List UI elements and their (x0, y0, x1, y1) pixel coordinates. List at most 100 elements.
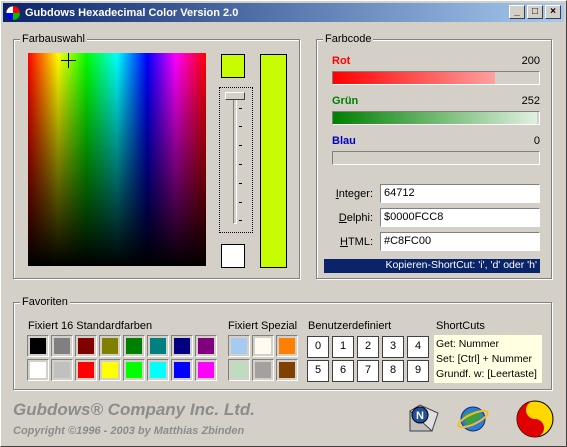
slider-tick (239, 183, 242, 184)
integer-label: Integer: (323, 188, 373, 200)
swatch-color (150, 338, 166, 354)
swatch-color (30, 338, 46, 354)
special-color-swatch[interactable] (228, 359, 250, 381)
favoriten-title: Favoriten (20, 296, 70, 308)
standard-color-swatch[interactable] (171, 359, 193, 381)
standard-color-swatch[interactable] (75, 359, 97, 381)
special-color-swatch[interactable] (276, 335, 298, 357)
shortcut-line-set: Set: [Ctrl] + Nummer (436, 353, 532, 365)
standard-color-swatch[interactable] (171, 335, 193, 357)
standard-color-swatch[interactable] (51, 359, 73, 381)
red-value: 200 (521, 55, 540, 67)
red-bar-fill (333, 72, 495, 84)
internet-explorer-icon[interactable] (456, 401, 492, 437)
special-color-swatch[interactable] (252, 335, 274, 357)
app-icon (5, 5, 21, 20)
swatch-color (54, 362, 70, 378)
swatch-color (126, 338, 142, 354)
standard-color-swatch[interactable] (27, 359, 49, 381)
standard-color-swatch[interactable] (195, 359, 217, 381)
gubdows-logo-icon[interactable] (515, 399, 555, 439)
standard-color-swatch[interactable] (147, 359, 169, 381)
slider-thumb[interactable] (225, 92, 245, 100)
html-label: HTML: (323, 236, 373, 248)
swatch-color (78, 338, 94, 354)
slider-tick (239, 145, 242, 146)
swatch-color (174, 338, 190, 354)
minimize-button[interactable]: _ (509, 5, 525, 19)
special-color-swatch[interactable] (252, 359, 274, 381)
shortcut-line-get: Get: Nummer (436, 338, 500, 350)
integer-label-rest: nteger: (338, 188, 373, 200)
swatch-color (231, 338, 247, 354)
custom-slot-7-button[interactable]: 7 (357, 360, 379, 382)
blue-bar[interactable] (332, 151, 540, 165)
standard-colors-title: Fixiert 16 Standardfarben (28, 320, 153, 332)
standard-color-swatch[interactable] (75, 335, 97, 357)
custom-slot-5-button[interactable]: 5 (307, 360, 329, 382)
swatch-color (255, 362, 271, 378)
custom-slot-4-button[interactable]: 4 (407, 336, 429, 358)
green-label: Grün (332, 95, 359, 107)
slider-tick (239, 202, 242, 203)
standard-color-swatch[interactable] (123, 335, 145, 357)
delphi-label-rest: elphi: (346, 212, 373, 224)
swatch-color (198, 338, 214, 354)
custom-slot-1-button[interactable]: 1 (332, 336, 354, 358)
swatch-color (198, 362, 214, 378)
shortcuts-title: ShortCuts (436, 320, 485, 332)
close-button[interactable]: × (545, 5, 561, 19)
custom-slot-0-button[interactable]: 0 (307, 336, 329, 358)
standard-color-swatch[interactable] (51, 335, 73, 357)
swatch-color (78, 362, 94, 378)
selected-color-preview (221, 54, 245, 78)
special-color-swatch[interactable] (276, 359, 298, 381)
custom-slot-3-button[interactable]: 3 (382, 336, 404, 358)
company-name: Gubdows® Company Inc. Ltd. (13, 400, 256, 419)
brightness-slider[interactable] (219, 87, 253, 233)
crosshair-cursor (61, 53, 76, 68)
swatch-color (126, 362, 142, 378)
custom-slot-2-button[interactable]: 2 (357, 336, 379, 358)
html-field[interactable]: #C8FC00 (380, 232, 540, 251)
custom-slot-8-button[interactable]: 8 (382, 360, 404, 382)
standard-color-swatch[interactable] (147, 335, 169, 357)
delphi-field[interactable]: $0000FCC8 (380, 208, 540, 227)
blue-value: 0 (533, 135, 540, 147)
color-palette[interactable] (28, 53, 206, 266)
custom-slot-6-button[interactable]: 6 (332, 360, 354, 382)
swatch-color (150, 362, 166, 378)
standard-color-swatch[interactable] (123, 359, 145, 381)
slider-track (233, 94, 237, 224)
standard-color-swatch[interactable] (99, 359, 121, 381)
slider-tick (239, 220, 242, 221)
maximize-button[interactable]: □ (527, 5, 543, 19)
slider-tick (239, 164, 242, 165)
title-bar[interactable]: Gubdows Hexadecimal Color Version 2.0 _ … (3, 3, 564, 22)
delphi-label-accel: D (338, 212, 347, 224)
standard-color-swatch[interactable] (99, 335, 121, 357)
integer-field[interactable]: 64712 (380, 184, 540, 203)
standard-color-swatch[interactable] (195, 335, 217, 357)
current-color-swatch (260, 54, 287, 268)
copy-shortcut-hint: Kopieren-ShortCut: 'i', 'd' oder 'h' (324, 259, 540, 273)
special-colors-title: Fixiert Spezial (228, 320, 298, 332)
swatch-color (102, 362, 118, 378)
red-bar[interactable] (332, 71, 540, 85)
special-color-swatch[interactable] (228, 335, 250, 357)
swatch-color (231, 362, 247, 378)
swatch-color (54, 338, 70, 354)
netscape-icon[interactable]: N (404, 401, 440, 437)
green-bar-fill (333, 112, 537, 124)
delphi-label: Delphi: (323, 212, 373, 224)
green-bar[interactable] (332, 111, 540, 125)
white-color-preview[interactable] (221, 244, 245, 268)
window-title: Gubdows Hexadecimal Color Version 2.0 (25, 6, 239, 19)
swatch-color (279, 338, 295, 354)
swatch-color (279, 362, 295, 378)
custom-slot-9-button[interactable]: 9 (407, 360, 429, 382)
green-value: 252 (521, 95, 540, 107)
farbauswahl-title: Farbauswahl (20, 33, 87, 45)
standard-color-swatch[interactable] (27, 335, 49, 357)
swatch-color (255, 338, 271, 354)
